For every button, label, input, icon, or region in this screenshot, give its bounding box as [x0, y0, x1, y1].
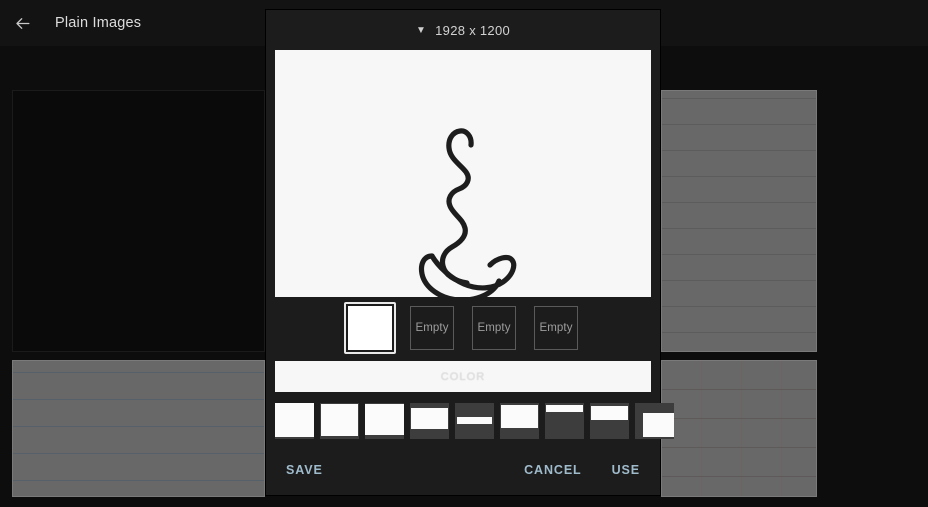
page-title: Plain Images	[55, 15, 142, 31]
pattern-swatch-column-right[interactable]	[635, 403, 674, 439]
image-editor-dialog: ▼ 1928 x 1200 Empty Empty Empty COLOR SA…	[266, 10, 674, 495]
drawing-canvas[interactable]	[275, 50, 651, 297]
pattern-swatch-bar-top[interactable]	[545, 403, 584, 439]
scribble-artwork	[418, 128, 517, 297]
color-button[interactable]: COLOR	[275, 361, 651, 392]
thumbnail-strip: Empty Empty Empty	[266, 297, 660, 359]
dialog-header[interactable]: ▼ 1928 x 1200	[266, 10, 660, 50]
gallery-card-top-right[interactable]	[661, 90, 817, 352]
thumbnail-slot-2[interactable]: Empty	[406, 302, 458, 354]
pattern-swatch-strip	[266, 392, 674, 450]
gallery-card-bottom-right[interactable]	[661, 360, 817, 497]
thumbnail-slot-4[interactable]: Empty	[530, 302, 582, 354]
gallery-card-bottom-left[interactable]	[12, 360, 265, 497]
use-button[interactable]: USE	[608, 457, 644, 483]
thumbnail-empty-4: Empty	[534, 306, 578, 350]
pattern-swatch-white-block-top[interactable]	[410, 403, 449, 439]
back-arrow-icon[interactable]	[0, 0, 44, 46]
image-dimensions-label: 1928 x 1200	[435, 22, 511, 38]
thumbnail-image-1	[348, 306, 392, 350]
cancel-button[interactable]: CANCEL	[520, 457, 585, 483]
thumbnail-empty-3: Empty	[472, 306, 516, 350]
pattern-swatch-band-upper[interactable]	[590, 403, 629, 439]
save-button[interactable]: SAVE	[282, 457, 327, 483]
pattern-swatch-block-upper[interactable]	[500, 403, 539, 439]
thumbnail-slot-1[interactable]	[344, 302, 396, 354]
pattern-swatch-plain-white-full[interactable]	[275, 403, 314, 439]
dialog-action-bar: SAVE CANCEL USE	[266, 450, 660, 495]
color-button-label: COLOR	[440, 370, 486, 383]
chevron-down-icon[interactable]: ▼	[416, 26, 426, 36]
pattern-swatch-plain-white-2[interactable]	[365, 403, 404, 439]
thumbnail-slot-3[interactable]: Empty	[468, 302, 520, 354]
thumbnail-empty-2: Empty	[410, 306, 454, 350]
pattern-swatch-single-line-middle[interactable]	[455, 403, 494, 439]
pattern-swatch-plain-white[interactable]	[320, 403, 359, 439]
gallery-card-top-left[interactable]	[12, 90, 265, 352]
